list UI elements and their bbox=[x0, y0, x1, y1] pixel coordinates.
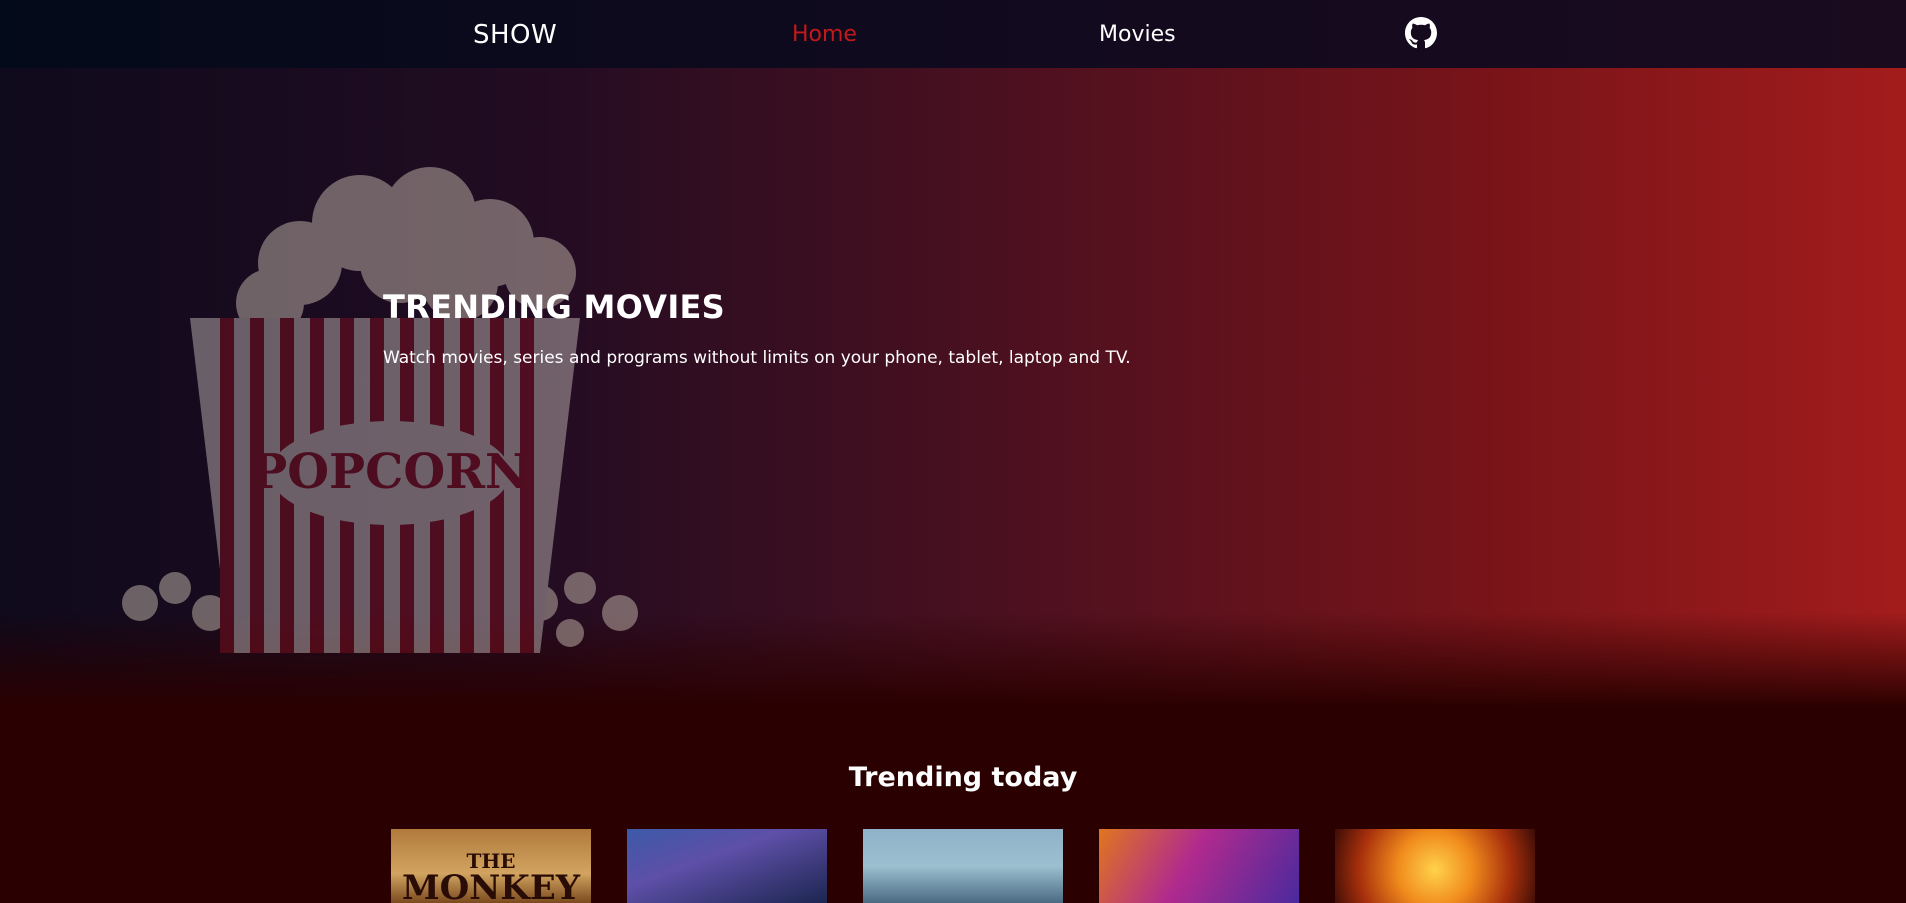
nav-movies-link[interactable]: Movies bbox=[1099, 18, 1176, 52]
movie-poster[interactable] bbox=[863, 829, 1063, 903]
navbar: SHOW Home Movies bbox=[0, 0, 1906, 68]
poster-title-line2: MONKEY bbox=[401, 868, 581, 903]
popcorn-label: POPCORN bbox=[251, 444, 529, 500]
hero-banner: POPCORN TRENDING MOVIES Watch movies, se… bbox=[0, 68, 1906, 708]
movie-poster[interactable] bbox=[1099, 829, 1299, 903]
brand-logo[interactable]: SHOW bbox=[473, 18, 557, 52]
github-icon[interactable] bbox=[1405, 17, 1437, 49]
movie-poster[interactable] bbox=[627, 829, 827, 903]
popcorn-bucket-image: POPCORN bbox=[122, 167, 638, 653]
movie-poster[interactable] bbox=[1335, 829, 1535, 903]
movie-poster[interactable]: THE MONKEY bbox=[391, 829, 591, 903]
nav-home-link[interactable]: Home bbox=[792, 18, 857, 52]
hero-subtitle: Watch movies, series and programs withou… bbox=[383, 348, 1131, 368]
trending-section-title: Trending today bbox=[848, 762, 1078, 793]
hero-title: TRENDING MOVIES bbox=[383, 288, 726, 326]
